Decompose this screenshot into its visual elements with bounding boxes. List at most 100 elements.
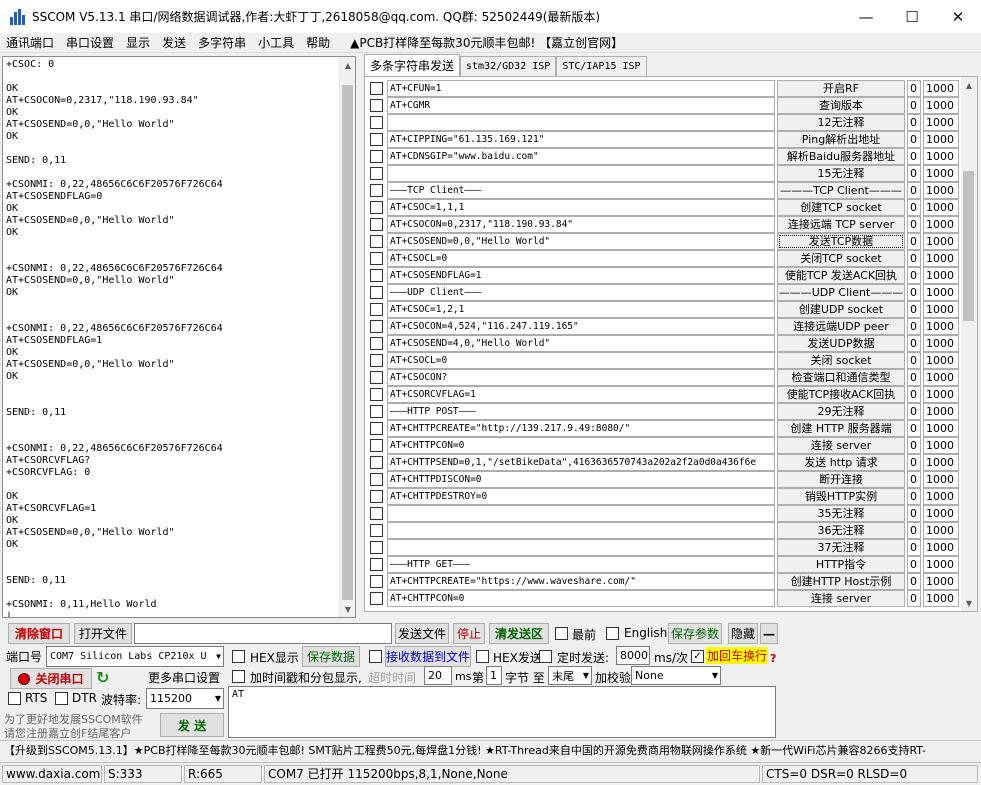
row-command-input[interactable]	[387, 522, 775, 539]
row-delay-input[interactable]: 1000	[923, 80, 959, 97]
row-order-input[interactable]: 0	[907, 590, 921, 607]
row-send-button[interactable]: 连接远端 TCP server	[777, 216, 905, 233]
row-checkbox[interactable]	[370, 575, 383, 588]
row-checkbox[interactable]	[370, 439, 383, 452]
row-command-input[interactable]: AT+CHTTPSEND=0,1,"/setBikeData",41636365…	[387, 454, 775, 471]
grid-scroll-up-icon[interactable]: ▲	[961, 77, 977, 93]
row-order-input[interactable]: 0	[907, 267, 921, 284]
row-order-input[interactable]: 0	[907, 80, 921, 97]
row-command-input[interactable]: AT+CSOSENDFLAG=1	[387, 267, 775, 284]
row-order-input[interactable]: 0	[907, 301, 921, 318]
row-send-button[interactable]: 创建 HTTP 服务器端	[777, 420, 905, 437]
row-send-button[interactable]: 检查端口和通信类型	[777, 369, 905, 386]
maximize-button[interactable]: ☐	[889, 0, 935, 33]
menu-promo-link[interactable]: ▲PCB打样降至每款30元顺丰包邮! 【嘉立创官网】	[350, 34, 623, 51]
row-checkbox[interactable]	[370, 286, 383, 299]
row-send-button[interactable]: 36无注释	[777, 522, 905, 539]
row-command-input[interactable]: AT+CSOCL=0	[387, 250, 775, 267]
baud-select[interactable]: 115200 ▼	[146, 688, 224, 709]
row-checkbox[interactable]	[370, 371, 383, 384]
row-send-button[interactable]: 断开连接	[777, 471, 905, 488]
row-order-input[interactable]: 0	[907, 471, 921, 488]
row-order-input[interactable]: 0	[907, 556, 921, 573]
row-order-input[interactable]: 0	[907, 505, 921, 522]
row-order-input[interactable]: 0	[907, 352, 921, 369]
row-order-input[interactable]: 0	[907, 454, 921, 471]
row-checkbox[interactable]	[370, 235, 383, 248]
row-command-input[interactable]: AT+CHTTPCREATE="https://www.waveshare.co…	[387, 573, 775, 590]
row-send-button[interactable]: 使能TCP 发送ACK回执	[777, 267, 905, 284]
save-data-button[interactable]: 保存数据	[302, 646, 360, 667]
row-checkbox[interactable]	[370, 541, 383, 554]
row-delay-input[interactable]: 1000	[923, 335, 959, 352]
open-file-button[interactable]: 打开文件	[74, 623, 132, 644]
collapse-button[interactable]: —	[760, 623, 778, 644]
row-delay-input[interactable]: 1000	[923, 250, 959, 267]
row-delay-input[interactable]: 1000	[923, 590, 959, 607]
menu-send[interactable]: 发送	[156, 34, 192, 51]
menu-tools[interactable]: 小工具	[252, 34, 300, 51]
row-send-button[interactable]: 35无注释	[777, 505, 905, 522]
row-send-button[interactable]: 创建UDP socket	[777, 301, 905, 318]
row-delay-input[interactable]: 1000	[923, 182, 959, 199]
more-port-settings-link[interactable]: 更多串口设置	[148, 669, 220, 686]
row-delay-input[interactable]: 1000	[923, 165, 959, 182]
row-checkbox[interactable]	[370, 337, 383, 350]
row-order-input[interactable]: 0	[907, 318, 921, 335]
row-delay-input[interactable]: 1000	[923, 216, 959, 233]
row-checkbox[interactable]	[370, 473, 383, 486]
row-send-button[interactable]: 连接远端UDP peer	[777, 318, 905, 335]
send-input[interactable]: AT	[228, 686, 776, 738]
row-send-button[interactable]: 开启RF	[777, 80, 905, 97]
close-port-button[interactable]: 关闭串口	[10, 668, 92, 689]
row-command-input[interactable]: AT+CSOSEND=4,0,"Hello World"	[387, 335, 775, 352]
row-command-input[interactable]: ———UDP Client———	[387, 284, 775, 301]
row-delay-input[interactable]: 1000	[923, 420, 959, 437]
row-send-button[interactable]: 查询版本	[777, 97, 905, 114]
recv-to-file-checkbox[interactable]	[369, 650, 382, 663]
minimize-button[interactable]: —	[843, 0, 889, 33]
timeout-input[interactable]: 20	[424, 666, 452, 685]
receive-scroll-thumb[interactable]	[342, 85, 353, 600]
row-delay-input[interactable]: 1000	[923, 114, 959, 131]
row-delay-input[interactable]: 1000	[923, 556, 959, 573]
status-site-link[interactable]: www.daxia.com	[2, 765, 102, 783]
row-delay-input[interactable]: 1000	[923, 539, 959, 556]
menu-multi-string[interactable]: 多字符串	[192, 34, 252, 51]
row-command-input[interactable]: ———HTTP GET———	[387, 556, 775, 573]
save-params-button[interactable]: 保存参数	[668, 623, 722, 644]
row-checkbox[interactable]	[370, 99, 383, 112]
row-command-input[interactable]: AT+CFUN=1	[387, 80, 775, 97]
help-icon[interactable]: ?	[770, 652, 776, 665]
row-command-input[interactable]: AT+CSOCON?	[387, 369, 775, 386]
row-order-input[interactable]: 0	[907, 182, 921, 199]
row-checkbox[interactable]	[370, 592, 383, 605]
row-send-button[interactable]: ———TCP Client———	[777, 182, 905, 199]
grid-scroll-thumb[interactable]	[963, 171, 974, 321]
byte-index-input[interactable]: 1	[486, 666, 502, 685]
row-command-input[interactable]	[387, 165, 775, 182]
row-checkbox[interactable]	[370, 167, 383, 180]
timed-send-checkbox[interactable]	[539, 650, 552, 663]
row-checkbox[interactable]	[370, 422, 383, 435]
row-checkbox[interactable]	[370, 320, 383, 333]
row-command-input[interactable]: AT+CSOC=1,2,1	[387, 301, 775, 318]
hide-button[interactable]: 隐藏	[728, 623, 758, 644]
row-order-input[interactable]: 0	[907, 522, 921, 539]
row-delay-input[interactable]: 1000	[923, 301, 959, 318]
receive-area[interactable]: +CSOC: 0 OK AT+CSOCON=0,2317,"118.190.93…	[2, 56, 356, 618]
row-command-input[interactable]: AT+CSOCON=0,2317,"118.190.93.84"	[387, 216, 775, 233]
row-command-input[interactable]: AT+CHTTPDESTROY=0	[387, 488, 775, 505]
row-command-input[interactable]: AT+CSOCON=4,524,"116.247.119.165"	[387, 318, 775, 335]
row-command-input[interactable]: AT+CDNSGIP="www.baidu.com"	[387, 148, 775, 165]
row-delay-input[interactable]: 1000	[923, 505, 959, 522]
menu-display[interactable]: 显示	[120, 34, 156, 51]
row-checkbox[interactable]	[370, 116, 383, 129]
close-button[interactable]: ✕	[935, 0, 981, 33]
row-checkbox[interactable]	[370, 218, 383, 231]
row-checkbox[interactable]	[370, 82, 383, 95]
row-order-input[interactable]: 0	[907, 386, 921, 403]
row-command-input[interactable]: AT+CHTTPCON=0	[387, 437, 775, 454]
timestamp-checkbox[interactable]	[232, 670, 245, 683]
grid-scrollbar[interactable]: ▲ ▼	[961, 77, 977, 611]
